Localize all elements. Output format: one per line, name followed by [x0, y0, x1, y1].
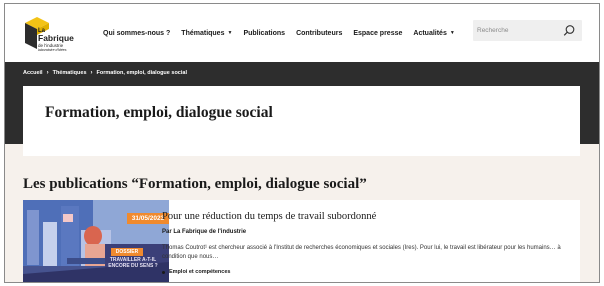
- publication-title-link[interactable]: Pour une réduction du temps de travail s…: [162, 211, 376, 222]
- nav-item-publications[interactable]: Publications: [243, 26, 285, 40]
- nav-item-label: Actualités: [413, 29, 447, 37]
- nav-item-qui-sommes-nous[interactable]: Qui sommes-nous ?: [103, 26, 170, 40]
- page-title-card: Formation, emploi, dialogue social: [23, 86, 580, 156]
- search-icon[interactable]: [563, 24, 576, 37]
- nav-item-label: Publications: [243, 29, 286, 37]
- bullet-icon: [162, 270, 165, 274]
- search-input[interactable]: [477, 24, 557, 37]
- main-nav: Qui sommes-nous ? Thématiques ▼ Publicat…: [103, 26, 455, 40]
- publication-author: Par La Fabrique de l'industrie: [162, 229, 247, 235]
- breadcrumb-item-accueil[interactable]: Accueil: [23, 70, 43, 76]
- search-box: [473, 20, 582, 41]
- site-header: La Fabrique de l'industrie laboratoire d…: [5, 4, 599, 62]
- chevron-down-icon: ▼: [227, 30, 233, 36]
- logo-wordmark: La Fabrique de l'industrie laboratoire d…: [38, 28, 78, 53]
- chevron-down-icon: ▼: [449, 30, 455, 36]
- nav-item-label: Contributeurs: [296, 29, 343, 37]
- publication-excerpt: Thomas Coutrot¹ est chercheur associé à …: [162, 245, 561, 261]
- browser-frame: La Fabrique de l'industrie laboratoire d…: [4, 3, 600, 283]
- nav-item-label: Espace presse: [353, 29, 403, 37]
- breadcrumb-item-thematiques[interactable]: Thématiques: [53, 70, 87, 76]
- logo-line-2: Fabrique: [38, 33, 74, 43]
- nav-item-label: Qui sommes-nous ?: [103, 29, 171, 37]
- nav-item-actualites[interactable]: Actualités ▼: [413, 26, 454, 40]
- nav-item-thematiques[interactable]: Thématiques ▼: [181, 26, 232, 40]
- nav-item-contributeurs[interactable]: Contributeurs: [296, 26, 342, 40]
- section-title: Les publications “Formation, emploi, dia…: [23, 176, 367, 192]
- page-title: Formation, emploi, dialogue social: [45, 104, 273, 121]
- logo-line-4: laboratoire d'idées: [38, 48, 67, 52]
- dossier-badge: DOSSIER: [111, 248, 143, 256]
- nav-item-label: Thématiques: [181, 29, 225, 37]
- publication-thumbnail[interactable]: 31/05/2023 DOSSIER TRAVAILLER A-T-IL ENC…: [23, 200, 169, 282]
- breadcrumb-item-current: Formation, emploi, dialogue social: [96, 70, 187, 76]
- breadcrumb-separator: ›: [90, 70, 93, 76]
- publication-tag[interactable]: Emploi et compétences: [162, 269, 230, 275]
- breadcrumb: Accueil › Thématiques › Formation, emplo…: [23, 68, 187, 78]
- site-logo[interactable]: La Fabrique de l'industrie laboratoire d…: [22, 14, 74, 54]
- publication-tag-label: Emploi et compétences: [169, 269, 231, 275]
- breadcrumb-separator: ›: [46, 70, 49, 76]
- dossier-title: TRAVAILLER A-T-IL ENCORE DU SENS ?: [108, 257, 158, 269]
- nav-item-espace-presse[interactable]: Espace presse: [353, 26, 402, 40]
